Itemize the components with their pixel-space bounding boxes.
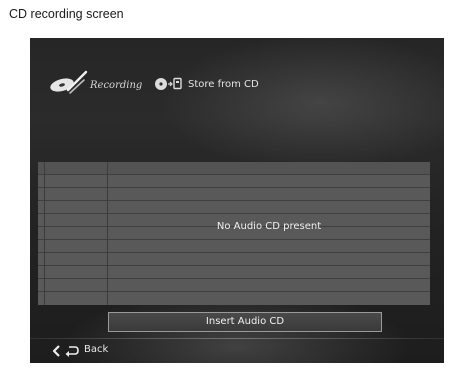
screen-header: Recording Store from CD: [48, 68, 428, 98]
table-row-divider: [38, 213, 430, 214]
table-row-divider: [38, 239, 430, 240]
table-row-divider: [38, 187, 430, 188]
empty-state-message: No Audio CD present: [216, 221, 322, 232]
chevron-left-icon: [52, 345, 60, 357]
breadcrumb-store-from-cd: Store from CD: [188, 79, 259, 90]
return-arrow-icon: [65, 346, 79, 357]
page-title: Recording: [90, 80, 143, 91]
track-list-table: No Audio CD present: [38, 162, 430, 305]
recording-disc-icon: [50, 70, 88, 94]
table-row-divider: [38, 252, 430, 253]
table-row-divider: [38, 174, 430, 175]
figure-caption: CD recording screen: [9, 7, 124, 21]
table-row-divider: [38, 200, 430, 201]
table-column-divider: [107, 162, 108, 305]
table-row-divider: [38, 291, 430, 292]
table-row-divider: [38, 278, 430, 279]
tv-screen: Recording Store from CD No Audio CD pres…: [30, 38, 444, 363]
table-column-divider: [44, 162, 45, 305]
cd-to-storage-icon: [155, 77, 182, 90]
footer-divider: [30, 338, 444, 339]
table-header-band: [38, 162, 430, 174]
table-row-divider: [38, 265, 430, 266]
insert-audio-cd-button[interactable]: Insert Audio CD: [108, 312, 382, 332]
back-label: Back: [84, 344, 109, 355]
